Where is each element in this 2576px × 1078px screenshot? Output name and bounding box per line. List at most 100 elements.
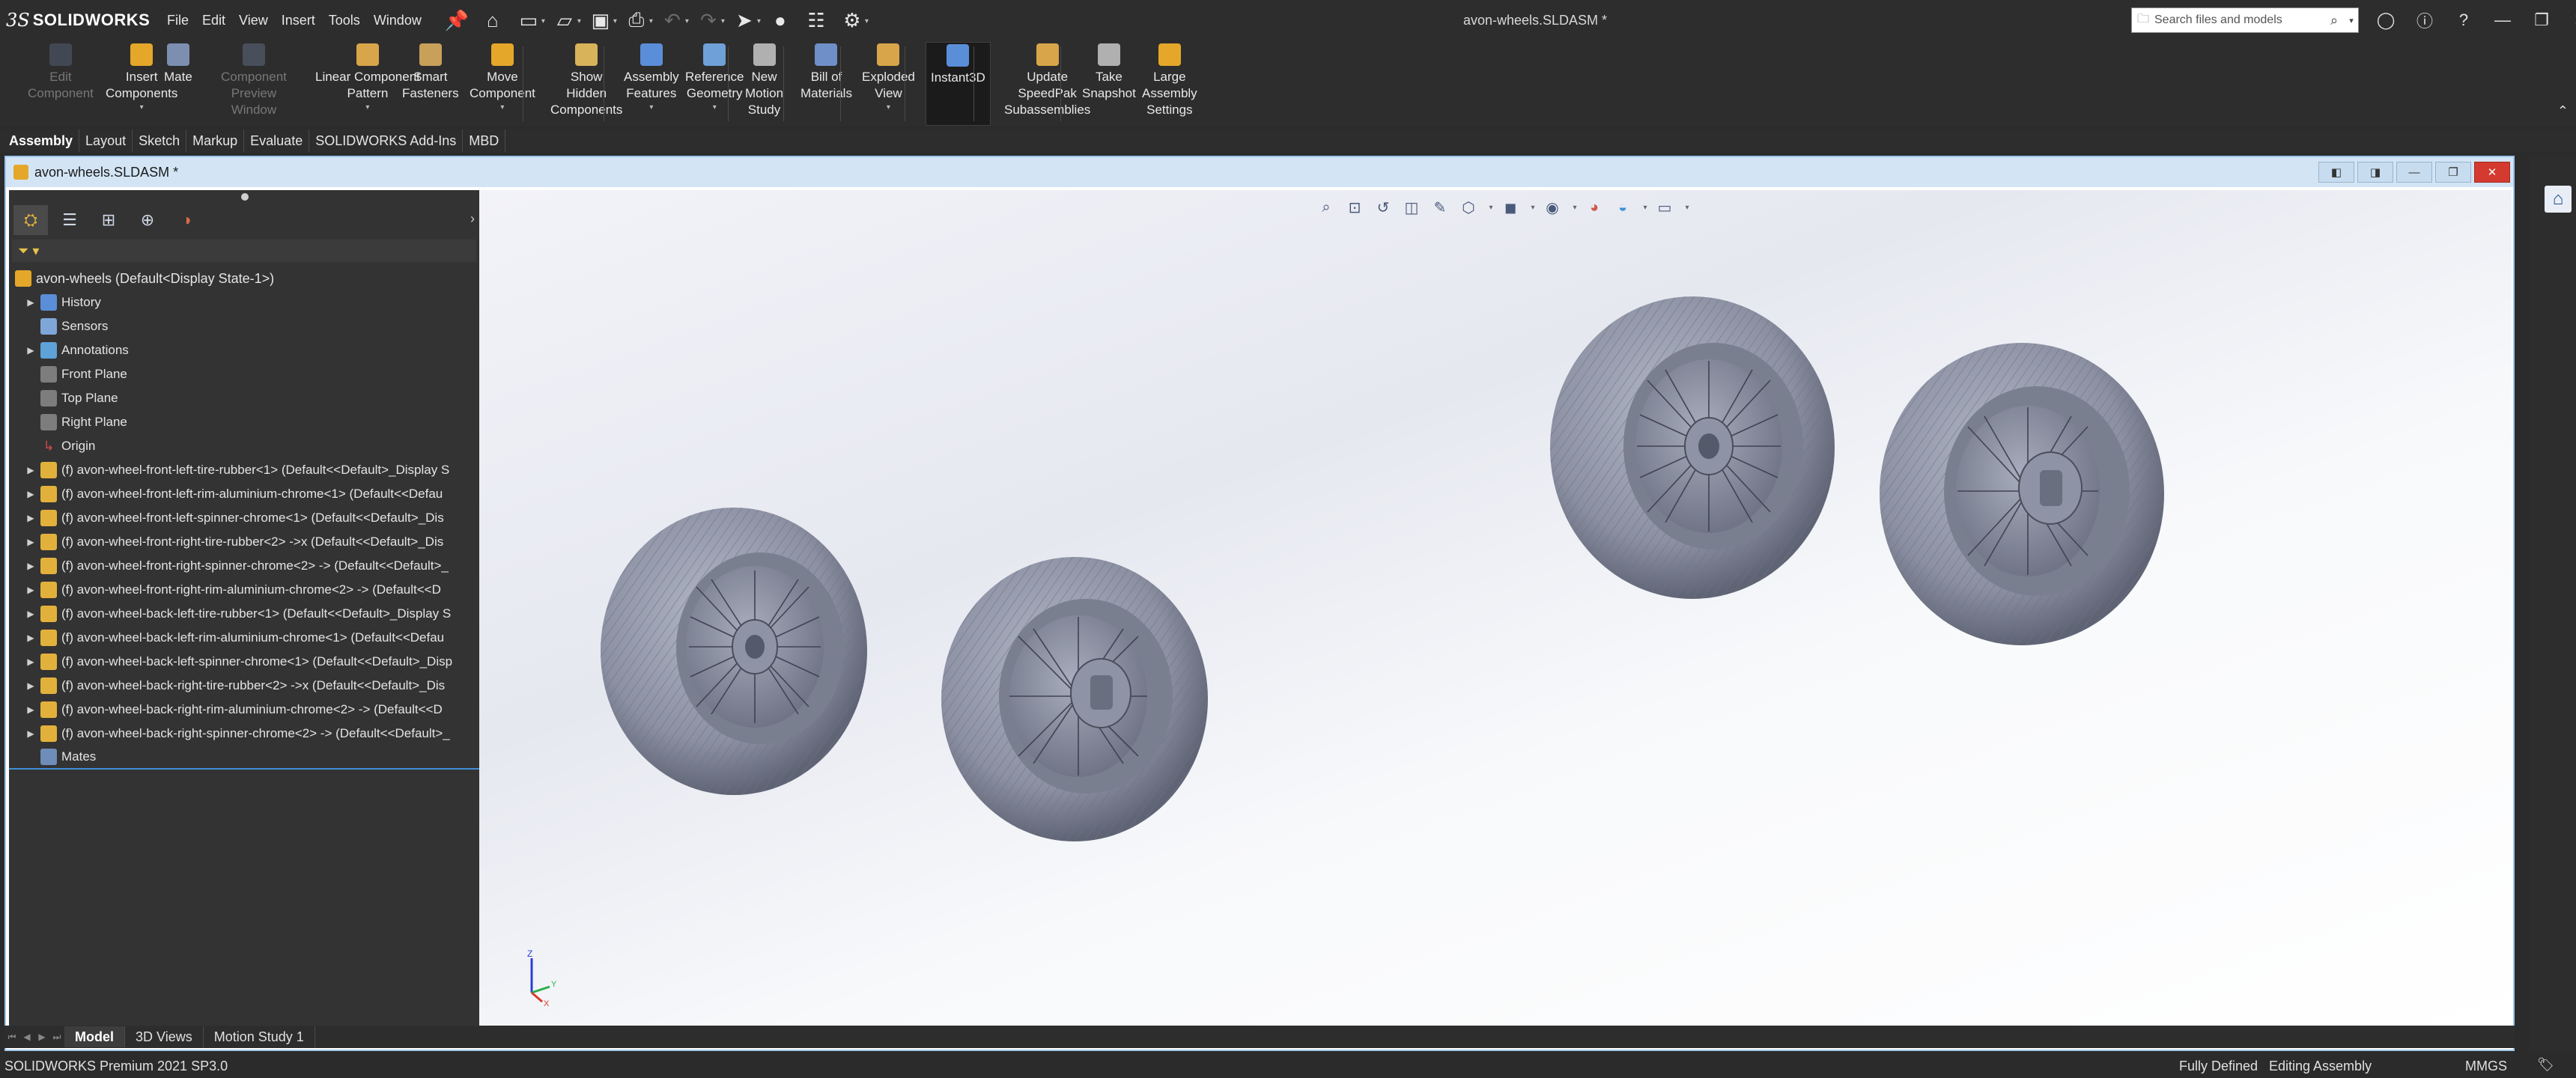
cmd-mate-button[interactable]: Mate bbox=[164, 43, 192, 85]
tab-addins[interactable]: SOLIDWORKS Add-Ins bbox=[309, 130, 464, 152]
menu-window[interactable]: Window bbox=[367, 13, 428, 28]
solidworks-resources-home-icon[interactable]: ⌂ bbox=[2545, 186, 2572, 213]
close-icon[interactable]: ✕ bbox=[2561, 0, 2576, 40]
cmd-snapshot-button[interactable]: Take Snapshot bbox=[1082, 43, 1136, 102]
tree-item[interactable]: ▶ (f) avon-wheel-front-left-spinner-chrom… bbox=[9, 506, 479, 530]
chevron-down-icon[interactable]: ▾ bbox=[649, 103, 653, 112]
tab-assembly[interactable]: Assembly bbox=[3, 130, 80, 152]
options-icon[interactable]: ⚙ ▾ bbox=[834, 5, 870, 35]
more-tabs-icon[interactable]: › bbox=[470, 211, 475, 227]
doc-restore-icon[interactable]: ❐ bbox=[2435, 162, 2471, 183]
tree-item[interactable]: ▶ (f) avon-wheel-back-right-spinner-chrom… bbox=[9, 722, 479, 746]
tree-item[interactable]: ▶ (f) avon-wheel-back-left-tire-rubber<1>… bbox=[9, 602, 479, 626]
expand-arrow-icon[interactable]: ▶ bbox=[24, 297, 37, 308]
tab-markup[interactable]: Markup bbox=[186, 130, 245, 152]
unit-system[interactable]: MMGS bbox=[2465, 1059, 2507, 1074]
tree-item[interactable]: ▶ (f) avon-wheel-front-left-tire-rubber<1… bbox=[9, 458, 479, 482]
cmd-component-preview-button[interactable]: Component Preview Window bbox=[221, 43, 287, 118]
expand-arrow-icon[interactable]: ▶ bbox=[24, 537, 37, 547]
account-icon[interactable]: ◯ bbox=[2366, 0, 2405, 40]
expand-arrow-icon[interactable]: ▶ bbox=[24, 657, 37, 667]
chevron-down-icon[interactable]: ▾ bbox=[500, 103, 504, 112]
search-icon[interactable]: ⌕ bbox=[2324, 13, 2345, 28]
cmd-smart-fasteners-button[interactable]: Smart Fasteners bbox=[402, 43, 459, 102]
tree-item[interactable]: Front Plane bbox=[9, 362, 479, 386]
help-icon[interactable]: ⓘ bbox=[2405, 0, 2444, 40]
prev-tab-icon[interactable]: ◀ bbox=[19, 1032, 34, 1042]
cmd-speedpak-button[interactable]: Update SpeedPak Subassemblies bbox=[1004, 43, 1090, 118]
tree-item[interactable]: ▶ (f) avon-wheel-back-right-rim-aluminium… bbox=[9, 698, 479, 722]
tab-3d-views[interactable]: 3D Views bbox=[125, 1026, 204, 1047]
expand-arrow-icon[interactable]: ▶ bbox=[24, 489, 37, 499]
solidworks-logo[interactable]: 3S SOLIDWORKS bbox=[0, 0, 150, 40]
next-tab-icon[interactable]: ▶ bbox=[34, 1032, 49, 1042]
tree-item[interactable]: ▶ (f) avon-wheel-front-right-tire-rubber<… bbox=[9, 530, 479, 554]
cmd-show-hidden-button[interactable]: Show Hidden Components bbox=[550, 43, 622, 118]
open-icon[interactable]: ▱ ▾ bbox=[547, 5, 583, 35]
expand-arrow-icon[interactable]: ▶ bbox=[24, 633, 37, 643]
search-box[interactable]: 🗀 Search files and models ⌕ ▾ bbox=[2131, 7, 2359, 33]
new-document-icon[interactable]: ▭ ▾ bbox=[511, 5, 547, 35]
cmd-edit-component-button[interactable]: Edit Component bbox=[28, 43, 94, 102]
question-icon[interactable]: ? bbox=[2444, 0, 2483, 40]
tree-item[interactable]: ▶ History bbox=[9, 290, 479, 314]
collapse-ribbon-icon[interactable]: ⌃ bbox=[2557, 103, 2569, 119]
tree-root[interactable]: avon-wheels (Default<Display State-1>) bbox=[9, 267, 479, 290]
file-properties-icon[interactable]: ☷ bbox=[798, 5, 834, 35]
expand-arrow-icon[interactable]: ▶ bbox=[24, 345, 37, 356]
doc-close-icon[interactable]: ✕ bbox=[2474, 162, 2510, 183]
cmd-move-component-button[interactable]: Move Component ▾ bbox=[470, 43, 535, 112]
tab-motion-study[interactable]: Motion Study 1 bbox=[204, 1026, 315, 1047]
menu-edit[interactable]: Edit bbox=[195, 13, 232, 28]
tree-item[interactable]: ▶ (f) avon-wheel-front-left-rim-aluminium… bbox=[9, 482, 479, 506]
tree-item[interactable]: Sensors bbox=[9, 314, 479, 338]
cmd-motion-study-button[interactable]: New Motion Study bbox=[745, 43, 783, 118]
pin-icon[interactable]: 📌 bbox=[439, 5, 475, 35]
tree-item[interactable]: ▶ (f) avon-wheel-back-left-rim-aluminium-… bbox=[9, 626, 479, 650]
tree-item[interactable]: ▶ (f) avon-wheel-front-right-spinner-chro… bbox=[9, 554, 479, 578]
rebuild-icon[interactable]: ● bbox=[762, 5, 798, 35]
expand-arrow-icon[interactable]: ▶ bbox=[24, 513, 37, 523]
wheel-front-left[interactable] bbox=[601, 508, 867, 795]
chevron-down-icon[interactable]: ▾ bbox=[2345, 16, 2358, 25]
tab-sketch[interactable]: Sketch bbox=[133, 130, 187, 152]
display-manager-tab-icon[interactable]: ◑ bbox=[169, 205, 204, 235]
tab-layout[interactable]: Layout bbox=[79, 130, 133, 152]
search-input[interactable]: Search files and models bbox=[2154, 13, 2324, 27]
wheel-models[interactable] bbox=[479, 190, 2512, 1033]
first-tab-icon[interactable]: ⏮ bbox=[4, 1032, 19, 1043]
menu-file[interactable]: File bbox=[160, 13, 195, 28]
expand-arrow-icon[interactable]: ▶ bbox=[24, 728, 37, 739]
menu-tools[interactable]: Tools bbox=[322, 13, 367, 28]
cmd-bom-button[interactable]: Bill of Materials bbox=[801, 43, 852, 102]
redo-icon[interactable]: ↷ ▾ bbox=[690, 5, 726, 35]
tree-item[interactable]: Right Plane bbox=[9, 410, 479, 434]
expand-arrow-icon[interactable]: ▶ bbox=[24, 585, 37, 595]
menu-view[interactable]: View bbox=[232, 13, 275, 28]
tree-item[interactable]: ▶ (f) avon-wheel-back-left-spinner-chrome… bbox=[9, 650, 479, 674]
menu-insert[interactable]: Insert bbox=[275, 13, 322, 28]
tag-icon[interactable]: 🏷 bbox=[2537, 1057, 2554, 1073]
expand-arrow-icon[interactable]: ▶ bbox=[24, 680, 37, 691]
expand-arrow-icon[interactable]: ▶ bbox=[24, 465, 37, 475]
tree-item[interactable]: Top Plane bbox=[9, 386, 479, 410]
tile-right-icon[interactable]: ◨ bbox=[2357, 162, 2393, 183]
save-icon[interactable]: ▣ ▾ bbox=[583, 5, 619, 35]
chevron-down-icon[interactable]: ▾ bbox=[140, 103, 144, 112]
cmd-instant3d-button[interactable]: Instant3D bbox=[926, 42, 991, 126]
tree-item[interactable]: ▶ Annotations bbox=[9, 338, 479, 362]
tab-mbd[interactable]: MBD bbox=[463, 130, 506, 152]
restore-icon[interactable]: ❐ bbox=[2522, 0, 2561, 40]
tree-filter[interactable]: ⏷ ▾ bbox=[12, 240, 476, 262]
chevron-down-icon[interactable]: ▾ bbox=[365, 103, 369, 112]
tab-model[interactable]: Model bbox=[64, 1026, 125, 1047]
dimxpert-tab-icon[interactable]: ⊕ bbox=[130, 205, 165, 235]
print-icon[interactable]: ⎙ ▾ bbox=[619, 5, 654, 35]
expand-arrow-icon[interactable]: ▶ bbox=[24, 609, 37, 619]
graphics-area[interactable]: ⌕ ⊡ ↺ ◫ ✎ ⬡ ▾ ◼ ▾ ◉ ▾ ◕ ◒ ▾ ▭ ▾ Z Y X bbox=[479, 190, 2512, 1033]
tree-item[interactable]: Mates bbox=[9, 746, 479, 770]
chevron-down-icon[interactable]: ▾ bbox=[713, 103, 717, 112]
last-tab-icon[interactable]: ⏭ bbox=[49, 1032, 64, 1043]
tile-left-icon[interactable]: ◧ bbox=[2318, 162, 2354, 183]
feature-tree-tab-icon[interactable]: ⛭ bbox=[13, 205, 48, 235]
